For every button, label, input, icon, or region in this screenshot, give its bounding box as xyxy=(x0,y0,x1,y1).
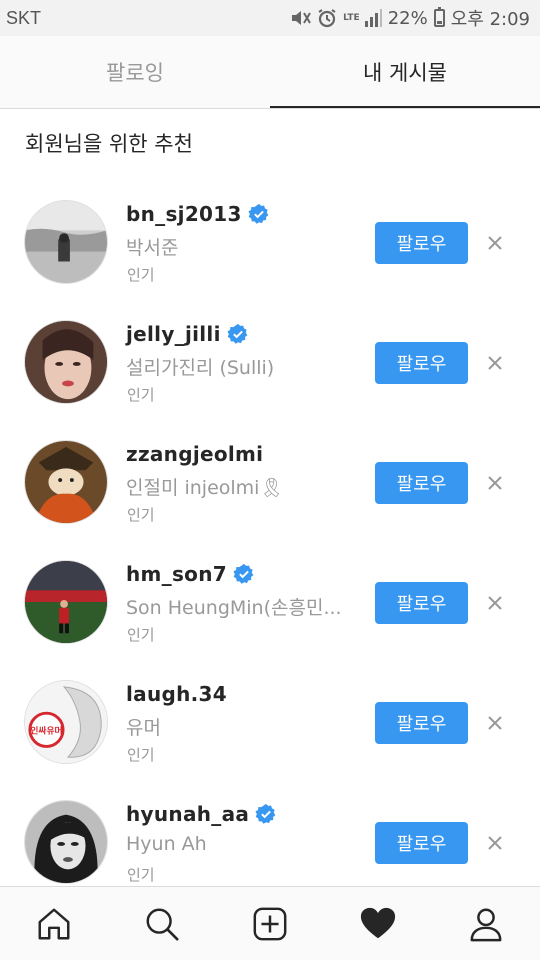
username-row: hyunah_aa xyxy=(126,802,277,826)
activity-tabs: 팔로잉 내 게시물 xyxy=(0,36,540,108)
list-item: hyunah_aa Hyun Ah 인기 팔로우 xyxy=(0,780,540,900)
close-icon[interactable] xyxy=(484,592,506,614)
username[interactable]: hyunah_aa xyxy=(126,802,249,826)
close-icon[interactable] xyxy=(484,712,506,734)
suggestion-reason: 인기 xyxy=(127,266,155,284)
nav-new-post[interactable] xyxy=(240,894,300,954)
battery-icon xyxy=(433,7,445,27)
follow-button[interactable]: 팔로우 xyxy=(375,822,468,864)
username[interactable]: bn_sj2013 xyxy=(126,202,242,226)
full-name: Son HeungMin(손흥민... xyxy=(126,597,342,619)
avatar[interactable] xyxy=(24,200,108,284)
tabs-divider xyxy=(0,108,540,109)
full-name: 유머 xyxy=(126,717,161,739)
home-icon xyxy=(38,908,70,939)
follow-button[interactable]: 팔로우 xyxy=(375,222,468,264)
username-row: jelly_jilli xyxy=(126,322,249,346)
username-row: zzangjeolmi xyxy=(126,442,263,466)
bottom-nav xyxy=(0,886,540,960)
full-name: 설리가진리 (Sulli) xyxy=(126,357,275,379)
follow-button[interactable]: 팔로우 xyxy=(375,582,468,624)
close-icon[interactable] xyxy=(484,832,506,854)
nav-home[interactable] xyxy=(24,894,84,954)
follow-button[interactable]: 팔로우 xyxy=(375,702,468,744)
username[interactable]: zzangjeolmi xyxy=(126,442,263,466)
avatar[interactable] xyxy=(24,440,108,524)
username[interactable]: jelly_jilli xyxy=(126,322,221,346)
suggestion-reason: 인기 xyxy=(127,506,155,524)
full-name: 박서준 xyxy=(126,237,179,259)
avatar[interactable]: 인싸유머 xyxy=(24,680,108,764)
username-row: laugh.34 xyxy=(126,682,227,706)
nav-activity[interactable] xyxy=(348,894,408,954)
status-icons: LTE 22% 오후 2:09 xyxy=(291,5,530,31)
username[interactable]: hm_son7 xyxy=(126,562,227,586)
verified-badge-icon xyxy=(233,563,255,585)
avatar[interactable] xyxy=(24,320,108,404)
list-item: 인싸유머 laugh.34 유머 인기 팔로우 xyxy=(0,660,540,780)
follow-button[interactable]: 팔로우 xyxy=(375,462,468,504)
status-bar: SKT LTE 22% 오후 2:09 xyxy=(0,0,540,36)
close-icon[interactable] xyxy=(484,232,506,254)
alarm-icon xyxy=(317,8,337,28)
follow-button[interactable]: 팔로우 xyxy=(375,342,468,384)
suggestion-reason: 인기 xyxy=(127,626,155,644)
search-icon xyxy=(146,908,179,941)
list-item: hm_son7 Son HeungMin(손흥민... 인기 팔로우 xyxy=(0,540,540,660)
list-item: zzangjeolmi 인절미 injeolmi🎗 인기 팔로우 xyxy=(0,420,540,540)
avatar-logo-text: 인싸유머 xyxy=(30,725,62,737)
suggestion-reason: 인기 xyxy=(127,866,155,884)
suggestion-list: bn_sj2013 박서준 인기 팔로우 jelly_jilli 설리가진리 (… xyxy=(0,180,540,900)
full-name: 인절미 injeolmi🎗 xyxy=(126,477,284,499)
clock: 오후 2:09 xyxy=(450,9,530,30)
nav-search[interactable] xyxy=(132,894,192,954)
verified-badge-icon xyxy=(255,803,277,825)
full-name: Hyun Ah xyxy=(126,833,207,855)
verified-badge-icon xyxy=(248,203,270,225)
carrier-label: SKT xyxy=(6,7,42,28)
avatar[interactable] xyxy=(24,800,108,884)
username-row: hm_son7 xyxy=(126,562,255,586)
new-post-icon xyxy=(253,907,287,940)
network-type: LTE xyxy=(343,12,360,23)
tab-my-posts[interactable]: 내 게시물 xyxy=(270,36,540,108)
list-item: jelly_jilli 설리가진리 (Sulli) 인기 팔로우 xyxy=(0,300,540,420)
battery-percent: 22% xyxy=(387,7,428,29)
section-title: 회원님을 위한 추천 xyxy=(25,132,193,156)
signal-icon xyxy=(364,9,382,27)
mute-icon xyxy=(291,9,312,27)
verified-badge-icon xyxy=(227,323,249,345)
nav-profile[interactable] xyxy=(456,894,516,954)
avatar[interactable] xyxy=(24,560,108,644)
username[interactable]: laugh.34 xyxy=(126,682,227,706)
username-row: bn_sj2013 xyxy=(126,202,270,226)
profile-icon xyxy=(470,908,502,941)
activity-heart-icon xyxy=(360,907,396,938)
suggestion-reason: 인기 xyxy=(127,386,155,404)
close-icon[interactable] xyxy=(484,352,506,374)
list-item: bn_sj2013 박서준 인기 팔로우 xyxy=(0,180,540,300)
close-icon[interactable] xyxy=(484,472,506,494)
suggestion-reason: 인기 xyxy=(127,746,155,764)
tab-following[interactable]: 팔로잉 xyxy=(0,36,270,108)
